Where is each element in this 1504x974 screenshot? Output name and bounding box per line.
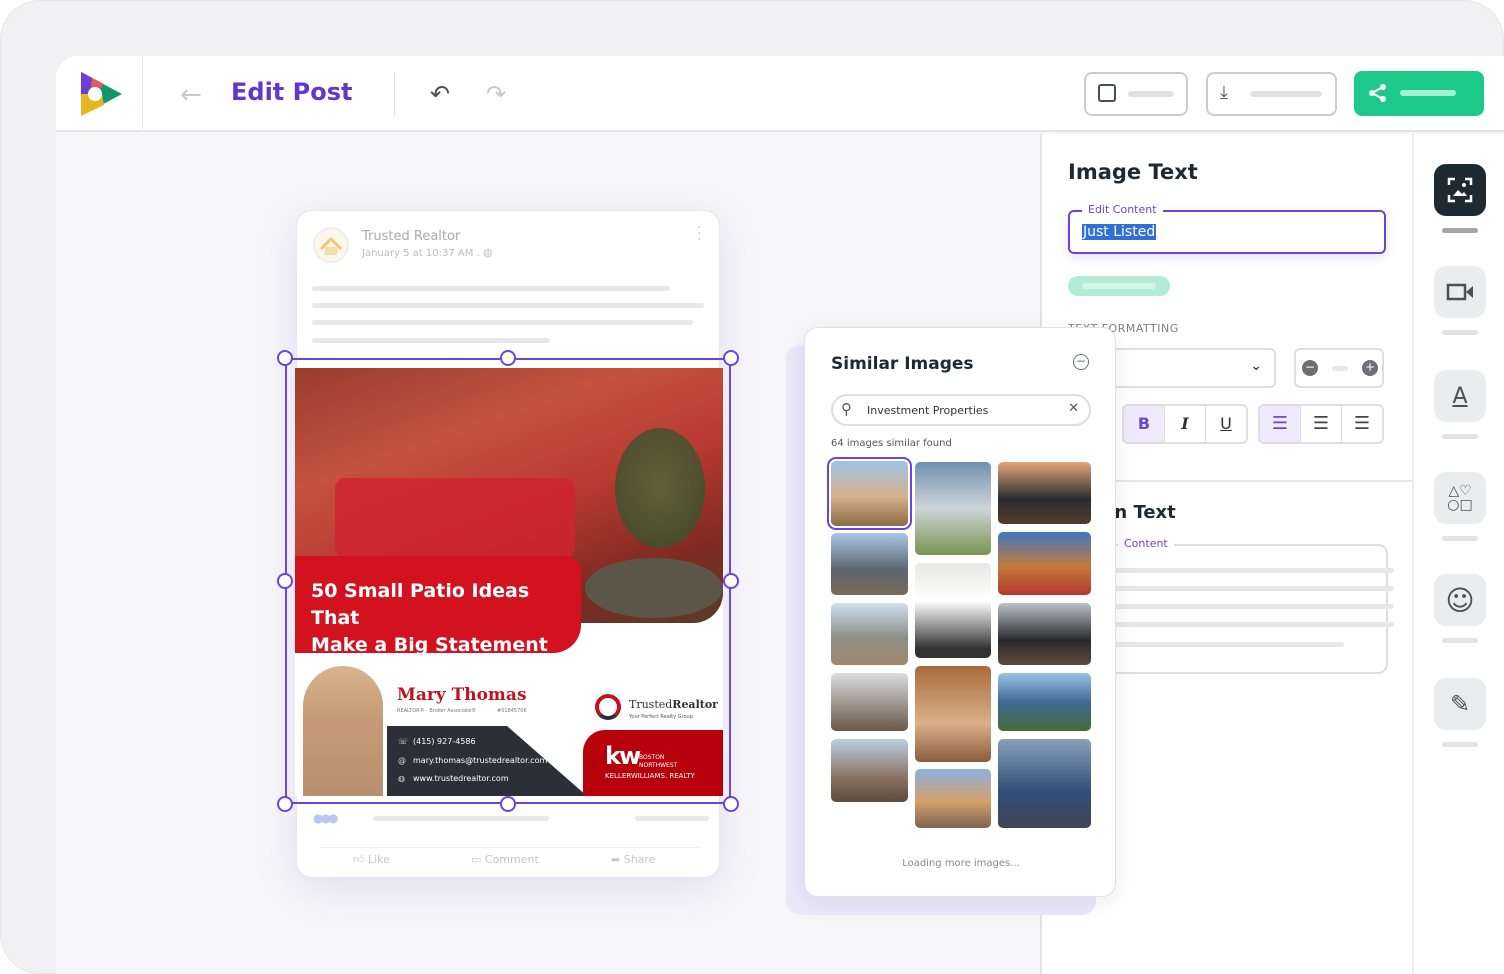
font-select[interactable]: ⌄ — [1102, 348, 1276, 388]
post-timestamp: January 5 at 10:37 AM . — [362, 248, 480, 259]
text-style-group: B I U — [1122, 404, 1248, 444]
results-count: 64 images similar found — [831, 438, 952, 449]
draw-icon[interactable]: ✎ — [1434, 678, 1486, 730]
download-icon: ⤓ — [1220, 82, 1228, 103]
similar-image-thumbnail[interactable] — [831, 739, 908, 802]
text-icon[interactable]: A — [1434, 370, 1486, 422]
selection-box[interactable] — [285, 358, 731, 804]
similar-image-thumbnail[interactable] — [998, 739, 1091, 828]
collapse-icon[interactable]: − — [1073, 354, 1089, 370]
align-right-icon[interactable]: ☰ — [1342, 406, 1382, 442]
align-center-icon[interactable]: ☰ — [1301, 406, 1342, 442]
clear-icon[interactable]: ✕ — [1068, 401, 1079, 416]
image-text-icon[interactable] — [1434, 164, 1486, 216]
resize-handle[interactable] — [277, 350, 293, 366]
tool-rail: A △♡ ○□ ☺ ✎ — [1412, 134, 1504, 974]
save-button[interactable] — [1084, 72, 1188, 116]
globe-icon: ◍ — [483, 246, 493, 259]
similar-images-popup: Similar Images − ⚲ Investment Properties… — [804, 327, 1116, 897]
similar-image-thumbnail[interactable] — [831, 603, 908, 665]
more-options-icon[interactable]: · · · — [697, 221, 701, 247]
similar-image-thumbnail[interactable] — [915, 666, 991, 762]
align-left-icon[interactable]: ☰ — [1260, 406, 1301, 442]
similar-image-thumbnail[interactable] — [998, 532, 1091, 595]
shapes-icon[interactable]: △♡ ○□ — [1434, 472, 1486, 524]
content-field[interactable]: Content — [1092, 537, 1394, 674]
similar-image-thumbnail[interactable] — [998, 603, 1091, 665]
similar-image-thumbnail[interactable] — [998, 462, 1091, 524]
author-avatar — [313, 227, 349, 263]
resize-handle[interactable] — [277, 573, 293, 589]
page-title: Edit Post — [231, 78, 353, 106]
bold-button[interactable]: B — [1124, 406, 1165, 442]
share-button[interactable] — [1354, 71, 1484, 116]
resize-handle[interactable] — [723, 573, 739, 589]
alignment-group: ☰ ☰ ☰ — [1258, 404, 1384, 444]
popup-title: Similar Images — [831, 354, 974, 374]
underline-button[interactable]: U — [1206, 406, 1246, 442]
resize-handle[interactable] — [500, 350, 516, 366]
download-button[interactable]: ⤓ — [1206, 72, 1337, 116]
chevron-down-icon: ⌄ — [1250, 358, 1262, 374]
minus-icon[interactable]: − — [1302, 360, 1318, 376]
divider — [394, 72, 395, 116]
apply-button[interactable] — [1068, 276, 1170, 296]
search-icon: ⚲ — [841, 400, 852, 418]
share-icon — [1369, 84, 1386, 102]
video-icon[interactable] — [1434, 266, 1486, 318]
italic-button[interactable]: I — [1165, 406, 1206, 442]
like-button[interactable]: 👍︎ Like — [353, 853, 390, 866]
comment-button[interactable]: ▭ Comment — [471, 853, 539, 866]
header: ← Edit Post ↶ ↷ ⤓ — [56, 56, 1504, 132]
similar-image-thumbnail[interactable] — [831, 673, 908, 731]
edit-content-field[interactable]: Edit Content Just Listed — [1068, 203, 1386, 254]
image-search-input[interactable]: ⚲ Investment Properties ✕ — [831, 394, 1091, 426]
similar-image-thumbnail[interactable] — [827, 457, 912, 530]
resize-handle[interactable] — [277, 796, 293, 812]
section-title: Image Text — [1068, 160, 1198, 184]
app-window: ← Edit Post ↶ ↷ ⤓ Trusted Realtor Januar… — [56, 56, 1504, 974]
reactions-icon: ●●● — [313, 811, 338, 825]
app-logo[interactable] — [78, 70, 124, 122]
similar-image-thumbnail[interactable] — [831, 533, 908, 595]
undo-icon[interactable]: ↶ — [430, 80, 450, 108]
resize-handle[interactable] — [723, 796, 739, 812]
font-size-stepper[interactable]: − + — [1294, 348, 1384, 388]
back-arrow-icon[interactable]: ← — [180, 80, 202, 110]
resize-handle[interactable] — [500, 796, 516, 812]
loading-text: Loading more images... — [902, 858, 1020, 869]
similar-image-thumbnail[interactable] — [915, 563, 991, 658]
emoji-icon[interactable]: ☺ — [1434, 574, 1486, 626]
post-author: Trusted Realtor — [362, 229, 461, 244]
plus-icon[interactable]: + — [1362, 360, 1378, 376]
divider — [142, 56, 143, 132]
share-post-button[interactable]: ➦ Share — [611, 853, 655, 866]
field-value: Just Listed — [1082, 224, 1157, 240]
similar-image-thumbnail[interactable] — [998, 673, 1091, 731]
similar-image-thumbnail[interactable] — [915, 769, 991, 828]
redo-icon[interactable]: ↷ — [486, 80, 506, 108]
resize-handle[interactable] — [723, 350, 739, 366]
save-icon — [1098, 84, 1116, 102]
similar-image-thumbnail[interactable] — [915, 462, 991, 555]
